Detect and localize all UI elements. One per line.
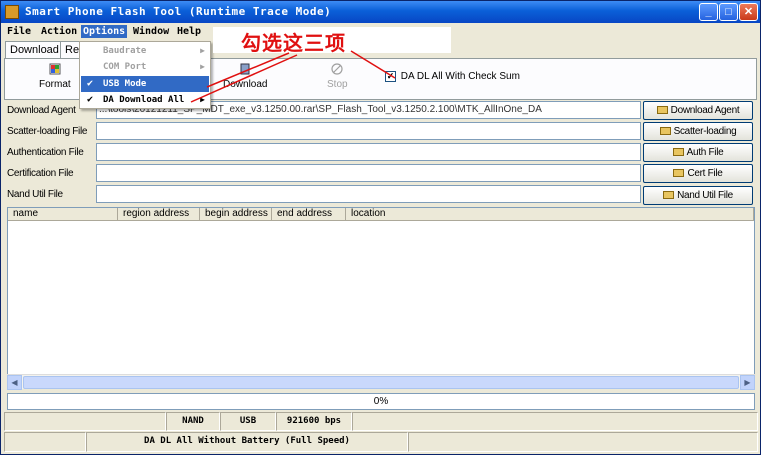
status-cell-empty xyxy=(4,412,166,431)
annotation-text: 勾选这三项 xyxy=(241,31,346,55)
scatter-field[interactable] xyxy=(96,122,641,140)
cert-field[interactable] xyxy=(96,164,641,182)
window-title: Smart Phone Flash Tool (Runtime Trace Mo… xyxy=(25,5,332,18)
checksum-label: DA DL All With Check Sum xyxy=(400,71,520,83)
app-icon xyxy=(5,5,19,19)
menu-options[interactable]: Options xyxy=(81,25,128,38)
auth-button[interactable]: Auth File xyxy=(643,143,753,162)
menu-file[interactable]: File xyxy=(5,25,33,38)
check-icon: ✔ xyxy=(87,78,94,89)
app-window: Smart Phone Flash Tool (Runtime Trace Mo… xyxy=(0,0,761,455)
menu-item-usb-mode[interactable]: ✔ USB Mode xyxy=(81,76,209,92)
column-header-name[interactable]: name xyxy=(8,208,118,221)
auth-button-label: Auth File xyxy=(686,147,724,158)
format-button[interactable]: Format xyxy=(39,63,71,90)
column-header-end-address[interactable]: end address xyxy=(272,208,346,221)
status-mode: DA DL All Without Battery (Full Speed) xyxy=(86,432,408,452)
menu-item-da-download-all[interactable]: ✔ DA Download All ▶ xyxy=(81,92,209,108)
status-baudrate: 921600 bps xyxy=(276,412,352,431)
horizontal-scrollbar[interactable]: ◀ ▶ xyxy=(7,374,755,390)
scroll-thumb[interactable] xyxy=(23,376,739,389)
menu-item-baudrate-label: Baudrate xyxy=(103,46,147,56)
folder-icon xyxy=(673,169,685,178)
column-header-begin-address[interactable]: begin address xyxy=(200,208,272,221)
format-icon xyxy=(49,63,61,75)
download-button[interactable]: Download xyxy=(223,63,267,90)
scatter-button[interactable]: Scatter-loading xyxy=(643,122,753,141)
column-header-region-address[interactable]: region address xyxy=(118,208,200,221)
status-bar-mode: DA DL All Without Battery (Full Speed) xyxy=(4,432,758,452)
column-header-location[interactable]: location xyxy=(346,208,754,221)
scatter-button-label: Scatter-loading xyxy=(673,126,737,137)
nand-button[interactable]: Nand Util File xyxy=(643,186,753,205)
download-agent-button-label: Download Agent xyxy=(670,105,740,116)
status-cell-blank xyxy=(408,432,758,452)
options-dropdown: Baudrate ▶ COM Port ▶ ✔ USB Mode ✔ DA Do… xyxy=(79,41,211,109)
maximize-button[interactable]: □ xyxy=(719,3,738,21)
auth-field[interactable] xyxy=(96,143,641,161)
tab-download[interactable]: Download xyxy=(5,41,64,59)
stop-icon xyxy=(331,63,343,75)
submenu-arrow-icon: ▶ xyxy=(200,62,205,71)
stop-button[interactable]: Stop xyxy=(327,63,348,90)
cert-button-label: Cert File xyxy=(687,168,723,179)
status-cell-empty xyxy=(4,432,86,452)
auth-label: Authentication File xyxy=(7,147,84,158)
checksum-option[interactable]: ✓ DA DL All With Check Sum xyxy=(385,71,520,82)
menu-window[interactable]: Window xyxy=(131,25,171,38)
folder-icon xyxy=(656,106,668,115)
status-bar: NAND USB 921600 bps xyxy=(4,412,758,431)
rom-list[interactable]: name region address begin address end ad… xyxy=(7,207,755,389)
menu-item-com-port[interactable]: COM Port ▶ xyxy=(81,59,209,75)
check-icon: ✔ xyxy=(87,94,94,105)
status-connection: USB xyxy=(220,412,276,431)
submenu-arrow-icon: ▶ xyxy=(200,46,205,55)
progress-bar: 0% xyxy=(7,393,755,410)
menu-item-usb-mode-label: USB Mode xyxy=(103,79,147,89)
menu-item-da-download-all-label: DA Download All xyxy=(103,95,185,105)
folder-icon xyxy=(663,191,675,200)
close-button[interactable]: ✕ xyxy=(739,3,758,21)
scroll-left-icon[interactable]: ◀ xyxy=(7,375,22,390)
download-agent-button[interactable]: Download Agent xyxy=(643,101,753,120)
menu-item-com-port-label: COM Port xyxy=(103,62,147,72)
nand-button-label: Nand Util File xyxy=(677,190,733,201)
format-label: Format xyxy=(39,79,71,90)
scatter-label: Scatter-loading File xyxy=(7,126,88,137)
folder-icon xyxy=(672,148,684,157)
download-icon xyxy=(240,63,250,75)
status-cell-blank xyxy=(352,412,758,431)
submenu-arrow-icon: ▶ xyxy=(200,95,205,104)
cert-label: Certification File xyxy=(7,168,74,179)
minimize-button[interactable]: _ xyxy=(699,3,718,21)
nand-field[interactable] xyxy=(96,185,641,203)
nand-label: Nand Util File xyxy=(7,189,63,200)
scroll-right-icon[interactable]: ▶ xyxy=(740,375,755,390)
menu-help[interactable]: Help xyxy=(175,25,203,38)
stop-label: Stop xyxy=(327,79,348,90)
menu-action[interactable]: Action xyxy=(39,25,79,38)
checksum-checkbox[interactable]: ✓ xyxy=(385,71,396,82)
download-agent-label: Download Agent xyxy=(7,105,76,116)
download-label: Download xyxy=(223,79,268,90)
folder-icon xyxy=(659,127,671,136)
cert-button[interactable]: Cert File xyxy=(643,164,753,183)
status-storage: NAND xyxy=(166,412,220,431)
title-bar[interactable]: Smart Phone Flash Tool (Runtime Trace Mo… xyxy=(1,1,760,23)
menu-item-baudrate[interactable]: Baudrate ▶ xyxy=(81,43,209,59)
